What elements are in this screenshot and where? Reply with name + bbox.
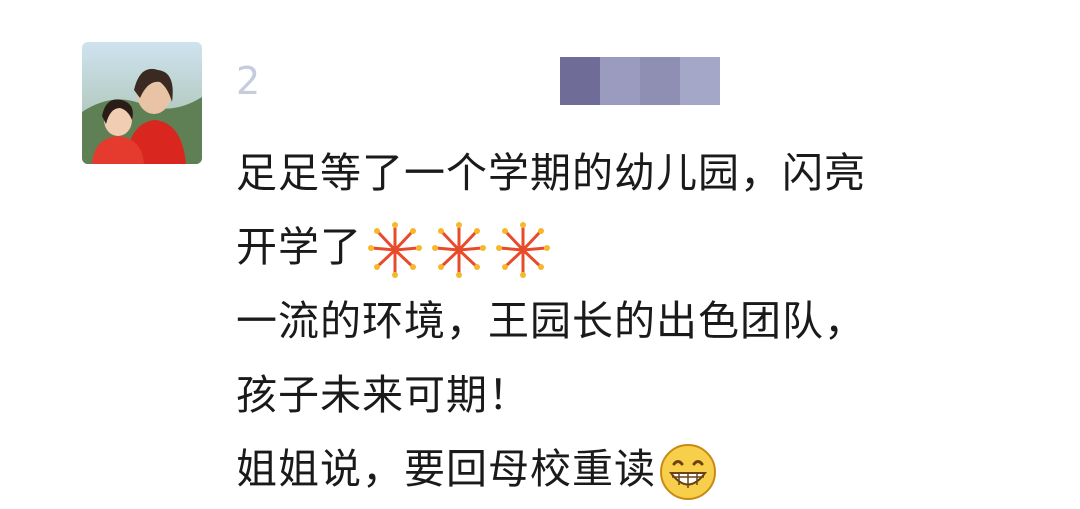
fireworks-icon	[364, 220, 426, 280]
fireworks-icon	[492, 220, 554, 280]
post-text: 足足等了一个学期的幼儿园，闪亮 开学了 一流的环境，王园长的出色团队， 孩子未来…	[236, 136, 1066, 506]
avatar[interactable]	[82, 42, 202, 164]
grinning-face-icon	[658, 442, 718, 502]
post-line-3: 一流的环境，王园长的出色团队，	[236, 297, 866, 345]
post-line-2: 开学了	[236, 210, 1066, 284]
author-name-char: 2	[236, 59, 261, 103]
post-line-1: 足足等了一个学期的幼儿园，闪亮	[236, 149, 866, 197]
moments-post: 2 足足等了一个学期的幼儿园，闪亮 开学了 一流的环境，王园长的出色团队， 孩子…	[0, 0, 1080, 509]
post-line-4: 孩子未来可期！	[236, 371, 530, 419]
name-mosaic-blur	[560, 57, 720, 105]
fireworks-icon	[428, 220, 490, 280]
author-name-censored[interactable]: 2	[236, 57, 720, 105]
post-line-5: 姐姐说，要回母校重读	[236, 432, 1066, 506]
